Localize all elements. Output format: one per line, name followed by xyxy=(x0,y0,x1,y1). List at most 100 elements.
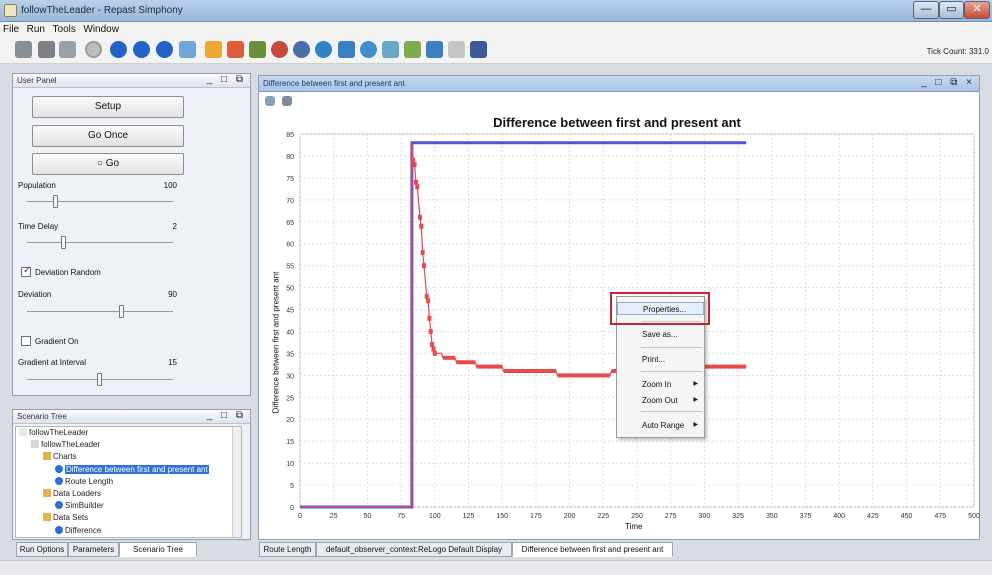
tree-node[interactable]: followTheLeader xyxy=(31,440,100,451)
tab-scenario-tree[interactable]: Scenario Tree xyxy=(119,542,197,557)
step-icon[interactable] xyxy=(133,41,150,58)
data-point xyxy=(413,179,418,185)
x-tick-label: 150 xyxy=(496,513,508,520)
image-icon[interactable] xyxy=(426,41,443,58)
y-tick-label: 80 xyxy=(286,154,294,161)
data-point xyxy=(424,293,429,299)
y-tick-label: 65 xyxy=(286,220,294,227)
dock-icon[interactable] xyxy=(205,41,222,58)
y-tick-label: 5 xyxy=(290,483,294,490)
properties-highlight-box xyxy=(610,292,710,325)
tab-route-length[interactable]: Route Length xyxy=(259,542,316,557)
maximize-window-button[interactable]: ▭ xyxy=(939,1,964,19)
y-tick-label: 35 xyxy=(286,351,294,358)
menu-item-save-as-label: Save as... xyxy=(642,330,678,339)
disk-icon[interactable] xyxy=(38,41,55,58)
data-icon[interactable] xyxy=(315,41,332,58)
time-delay-slider-thumb[interactable] xyxy=(60,236,66,249)
tab-relogo-display[interactable]: default_observer_context:ReLogo Default … xyxy=(316,542,512,557)
user-panel-header: User Panel _ □ ⧉ xyxy=(13,74,250,88)
gradient-on-checkbox[interactable] xyxy=(21,336,31,346)
y-tick-label: 30 xyxy=(286,373,294,380)
population-slider-track[interactable] xyxy=(27,201,173,202)
agents-icon[interactable] xyxy=(271,41,288,58)
tree-node[interactable]: Charts xyxy=(43,452,77,463)
x-tick-label: 200 xyxy=(564,513,576,520)
tree-node[interactable]: Route Length xyxy=(55,476,113,488)
power-icon[interactable] xyxy=(85,41,102,58)
tree-node[interactable]: Data Sets xyxy=(43,513,88,524)
data-point xyxy=(427,315,432,321)
tree-node-label: followTheLeader xyxy=(29,428,89,437)
deviation-value: 90 xyxy=(168,290,177,299)
deviation-slider-track[interactable] xyxy=(27,311,173,312)
toolbar: Tick Count: 331.0 xyxy=(0,37,992,64)
play-icon[interactable] xyxy=(110,41,127,58)
truck-icon[interactable] xyxy=(470,41,487,58)
grid-icon[interactable] xyxy=(448,41,465,58)
left-panel-tabs: Run Options Parameters Scenario Tree xyxy=(16,542,246,557)
tab-difference-chart[interactable]: Difference between first and present ant xyxy=(512,542,673,557)
minimize-window-button[interactable]: — xyxy=(913,1,939,19)
data-point xyxy=(415,184,420,190)
tree-node[interactable]: Difference between first and present ant xyxy=(55,464,209,476)
menu-separator xyxy=(641,371,702,372)
gis-icon[interactable] xyxy=(293,41,310,58)
y-axis-label: Difference between first and present ant xyxy=(271,271,281,414)
tab-run-options[interactable]: Run Options xyxy=(16,542,68,557)
database-icon[interactable] xyxy=(59,41,76,58)
menu-item-auto-range[interactable]: Auto Range ▶ xyxy=(617,419,704,432)
menu-item-zoom-in[interactable]: Zoom In ▶ xyxy=(617,378,704,391)
y-tick-label: 40 xyxy=(286,329,294,336)
users-icon[interactable] xyxy=(404,41,421,58)
menu-window[interactable]: Window xyxy=(80,22,121,35)
menu-file[interactable]: File xyxy=(0,22,21,35)
tree-node[interactable]: Data Loaders xyxy=(43,489,101,500)
deviation-random-checkbox[interactable] xyxy=(21,265,31,277)
network-icon[interactable] xyxy=(338,41,355,58)
menu-item-zoom-out[interactable]: Zoom Out ▶ xyxy=(617,394,704,407)
data-point xyxy=(412,162,417,168)
globe-icon[interactable] xyxy=(382,41,399,58)
x-tick-label: 425 xyxy=(867,513,879,520)
close-window-button[interactable]: ✕ xyxy=(964,1,990,19)
histogram-icon[interactable] xyxy=(249,41,266,58)
menu-run[interactable]: Run xyxy=(24,22,47,35)
menu-item-print[interactable]: Print... xyxy=(617,353,704,366)
menu-item-save-as[interactable]: Save as... xyxy=(617,328,704,341)
console-icon[interactable] xyxy=(360,41,377,58)
tree-node[interactable]: followTheLeader xyxy=(19,428,88,439)
tree-node[interactable]: SimBuilder xyxy=(55,501,104,512)
tree-node-label: SimBuilder xyxy=(65,501,104,511)
menu-bar: File Run Tools Window xyxy=(0,22,992,37)
data-point xyxy=(422,263,427,269)
gradient-interval-slider-thumb[interactable] xyxy=(97,373,102,386)
data-point xyxy=(419,223,424,229)
save-icon[interactable] xyxy=(15,41,32,58)
y-tick-label: 20 xyxy=(286,417,294,424)
x-tick-label: 125 xyxy=(463,513,475,520)
tab-parameters[interactable]: Parameters xyxy=(68,542,119,557)
scenario-tree-panel: Scenario Tree _ □ ⧉ followTheLeader follo… xyxy=(12,409,251,540)
x-tick-label: 100 xyxy=(429,513,441,520)
reset-icon[interactable] xyxy=(179,41,196,58)
tree-node-label: followTheLeader xyxy=(41,440,101,450)
tree-scrollbar[interactable] xyxy=(232,427,241,537)
line-chart-icon[interactable] xyxy=(227,41,244,58)
deviation-slider-thumb[interactable] xyxy=(118,305,124,318)
data-point xyxy=(417,214,422,220)
panel-window-controls[interactable]: _ □ ⧉ xyxy=(207,410,246,421)
panel-window-controls[interactable]: _ □ ⧉ xyxy=(207,74,246,85)
time-delay-slider-track[interactable] xyxy=(27,242,173,243)
stop-icon[interactable] xyxy=(156,41,173,58)
data-point xyxy=(426,298,431,304)
status-bar xyxy=(0,560,992,575)
setup-button[interactable]: Setup xyxy=(32,96,184,118)
tree-node[interactable]: Difference xyxy=(55,525,101,537)
x-tick-label: 500 xyxy=(968,513,980,520)
go-once-button[interactable]: Go Once xyxy=(32,125,184,147)
gradient-interval-label: Gradient at Interval xyxy=(18,358,87,367)
population-slider-thumb[interactable] xyxy=(53,195,59,208)
menu-tools[interactable]: Tools xyxy=(50,22,78,35)
go-button[interactable]: ○ Go xyxy=(32,153,184,175)
